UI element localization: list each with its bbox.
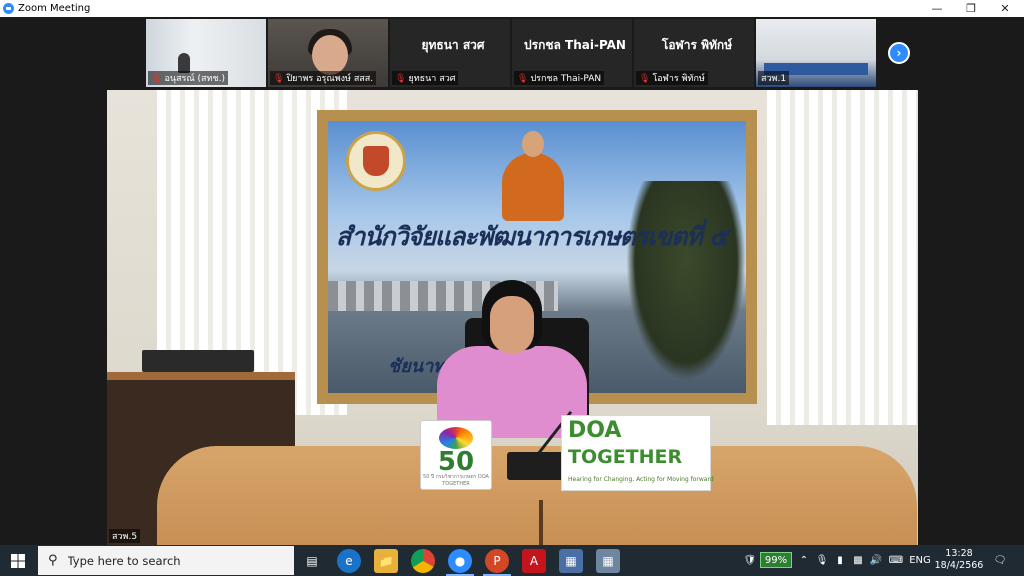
participant-tile[interactable]: ปรกชล Thai-PAN 🎙 ปรกชล Thai-PAN — [512, 19, 632, 87]
meeting-area: 🎙 อนุสรณ์ (สทช.) 🎙 ปิยาพร อรุณพงษ์ สสส. ยุ… — [0, 17, 1024, 545]
close-button[interactable]: ✕ — [988, 0, 1022, 17]
participant-label: 🎙 ปิยาพร อรุณพงษ์ สสส. — [270, 71, 377, 85]
poster-figure — [498, 131, 568, 221]
participant-name: ยุทธนา สวศ — [421, 37, 485, 52]
department-seal — [346, 131, 406, 191]
start-windows-icon[interactable] — [0, 545, 36, 576]
zoom-app-icon — [3, 3, 14, 14]
participant-tile[interactable]: 🎙 อนุสรณ์ (สทช.) — [146, 19, 266, 87]
windows-taskbar: ⚲ ▤ e 📁 ● P A ▦ ▦ 🛡 99% ⌃ 🎙 ▮ ▩ 🔊 ⌨ ENG … — [0, 545, 1024, 576]
file-explorer-icon[interactable]: 📁 — [374, 549, 398, 573]
curtain-right — [767, 90, 917, 425]
acrobat-icon[interactable]: A — [522, 549, 546, 573]
task-view-icon[interactable]: ▤ — [300, 549, 324, 573]
chevron-up-icon[interactable]: ⌃ — [796, 545, 812, 576]
app-icon[interactable]: ▦ — [559, 549, 583, 573]
mic-muted-icon: 🎙 — [517, 74, 529, 84]
powerpoint-icon[interactable]: P — [485, 549, 509, 573]
participant-strip: 🎙 อนุสรณ์ (สทช.) 🎙 ปิยาพร อรุณพงษ์ สสส. ยุ… — [146, 19, 876, 87]
language-indicator[interactable]: ENG — [908, 545, 932, 576]
taskbar-search[interactable]: ⚲ — [38, 546, 294, 575]
search-input[interactable] — [67, 553, 268, 568]
active-speaker-video: สำนักวิจัยและพัฒนาการเกษตรเขตที่ ๕ ชัยนา… — [107, 90, 918, 545]
battery-icon[interactable]: ▮ — [832, 545, 848, 576]
participant-label: 🎙 อนุสรณ์ (สทช.) — [148, 71, 228, 85]
speaker-label: สวพ.5 — [109, 529, 141, 543]
participant-tile[interactable]: 🎙 ปิยาพร อรุณพงษ์ สสส. — [268, 19, 388, 87]
restore-button[interactable]: ❐ — [954, 0, 988, 17]
app-icon[interactable]: ▦ — [596, 549, 620, 573]
tree-logo-icon — [439, 427, 473, 449]
anniversary-sign: 50 50 ปี กรมวิชาการเกษตร DOA TOGETHER — [420, 420, 492, 490]
keyboard-icon[interactable]: ⌨ — [886, 545, 906, 576]
volume-icon[interactable]: 🔊 — [868, 545, 884, 576]
search-icon: ⚲ — [48, 553, 58, 568]
participant-name: ปรกชล Thai-PAN — [524, 37, 626, 52]
taskbar-clock[interactable]: 13:28 18/4/2566 — [930, 548, 988, 572]
mic-muted-icon: 🎙 — [395, 74, 407, 84]
participant-name: โอฬาร พิทักษ์ — [661, 37, 733, 52]
mic-muted-icon: 🎙 — [151, 74, 163, 84]
chrome-icon[interactable] — [411, 549, 435, 573]
participant-tile[interactable]: ยุทธนา สวศ 🎙 ยุทธนา สวศ — [390, 19, 510, 87]
minimize-button[interactable]: — — [920, 0, 954, 17]
mic-muted-icon: 🎙 — [273, 74, 285, 84]
zoom-taskbar-icon[interactable]: ● — [448, 549, 472, 573]
participant-label: 🎙 โอฬาร พิทักษ์ — [636, 71, 708, 85]
participant-label: 🎙 ปรกชล Thai-PAN — [514, 71, 605, 85]
speaker-person — [437, 278, 587, 438]
participant-label: 🎙 ยุทธนา สวศ — [392, 71, 459, 85]
participant-tile[interactable]: โอฬาร พิทักษ์ 🎙 โอฬาร พิทักษ์ — [634, 19, 754, 87]
desk-microphone — [507, 452, 565, 480]
microphone-icon[interactable]: 🎙 — [814, 545, 830, 576]
notifications-icon[interactable]: 🗨 — [990, 545, 1010, 576]
poster-title: สำนักวิจัยและพัฒนาการเกษตรเขตที่ ๕ — [336, 222, 728, 251]
title-bar: Zoom Meeting — ❐ ✕ — [0, 0, 1024, 17]
edge-icon[interactable]: e — [337, 549, 361, 573]
audio-amplifier — [142, 350, 254, 372]
clock-date: 18/4/2566 — [934, 560, 984, 571]
window-title: Zoom Meeting — [18, 3, 91, 14]
mic-muted-icon: 🎙 — [639, 74, 651, 84]
network-icon[interactable]: ▩ — [850, 545, 866, 576]
battery-indicator[interactable]: 99% — [760, 552, 792, 568]
clock-time: 13:28 — [945, 548, 973, 559]
participant-label: สวพ.1 — [758, 71, 790, 85]
next-page-chevron-icon[interactable]: › — [888, 42, 910, 64]
doa-together-sign: DOA TOGETHER Hearing for Changing, Actin… — [561, 415, 714, 491]
participant-tile[interactable]: สวพ.1 — [756, 19, 876, 87]
defender-icon[interactable]: 🛡 — [742, 545, 758, 576]
